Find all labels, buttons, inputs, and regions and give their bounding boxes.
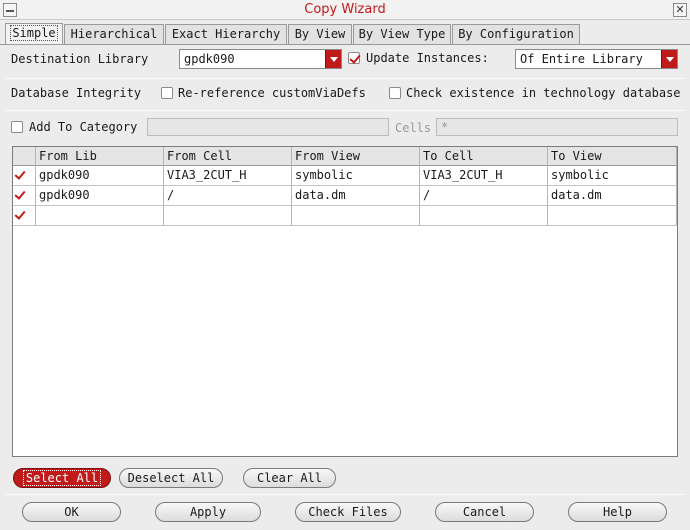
tab-simple[interactable]: Simple — [5, 23, 63, 44]
deselect-all-button[interactable]: Deselect All — [119, 468, 223, 488]
chevron-down-icon[interactable] — [325, 50, 341, 68]
table-row[interactable] — [13, 206, 677, 226]
apply-button[interactable]: Apply — [155, 502, 261, 522]
cell-to-view[interactable] — [548, 206, 677, 225]
table-header: From Lib From Cell From View To Cell To … — [13, 147, 677, 166]
cell-from-lib[interactable]: gpdk090 — [36, 186, 164, 205]
header-from-lib[interactable]: From Lib — [36, 147, 164, 166]
tab-exact-hierarchy[interactable]: Exact Hierarchy — [165, 24, 287, 44]
rereference-checkbox[interactable] — [161, 87, 173, 99]
tab-by-view-type[interactable]: By View Type — [353, 24, 451, 44]
row-checkbox[interactable] — [14, 169, 26, 181]
cell-from-view[interactable] — [292, 206, 420, 225]
add-to-category-label: Add To Category — [29, 120, 138, 134]
clear-all-button[interactable]: Clear All — [243, 468, 336, 488]
copy-list-table[interactable]: From Lib From Cell From View To Cell To … — [12, 146, 678, 457]
header-from-view[interactable]: From View — [292, 147, 420, 166]
check-files-button[interactable]: Check Files — [295, 502, 401, 522]
cell-to-view[interactable]: data.dm — [548, 186, 677, 205]
chevron-down-icon[interactable] — [661, 50, 677, 68]
cell-to-view[interactable]: symbolic — [548, 166, 677, 185]
separator — [5, 494, 685, 495]
add-to-category-checkbox[interactable] — [11, 121, 23, 133]
update-instances-checkbox[interactable] — [348, 52, 360, 64]
header-to-view[interactable]: To View — [548, 147, 677, 166]
close-icon[interactable]: ✕ — [673, 3, 687, 17]
cancel-button[interactable]: Cancel — [435, 502, 534, 522]
cell-to-cell[interactable] — [420, 206, 548, 225]
rereference-label: Re-reference customViaDefs — [178, 86, 366, 100]
tab-divider — [0, 44, 690, 45]
category-field[interactable] — [147, 118, 389, 136]
row-checkbox[interactable] — [14, 189, 26, 201]
window-title: Copy Wizard — [304, 2, 386, 17]
cell-from-cell[interactable]: / — [164, 186, 292, 205]
cells-field[interactable]: * — [436, 118, 678, 136]
check-tech-db-label: Check existence in technology database — [406, 86, 681, 100]
update-instances-label: Update Instances: — [366, 51, 489, 65]
database-integrity-label: Database Integrity — [11, 86, 142, 100]
cell-from-lib[interactable]: gpdk090 — [36, 166, 164, 185]
update-scope-combo[interactable]: Of Entire Library — [515, 49, 678, 69]
tab-hierarchical[interactable]: Hierarchical — [64, 24, 164, 44]
header-to-cell[interactable]: To Cell — [420, 147, 548, 166]
cell-from-view[interactable]: data.dm — [292, 186, 420, 205]
table-row[interactable]: gpdk090 VIA3_2CUT_H symbolic VIA3_2CUT_H… — [13, 166, 677, 186]
destination-library-value: gpdk090 — [184, 52, 235, 66]
update-scope-value: Of Entire Library — [520, 52, 643, 66]
title-bar: Copy Wizard ✕ — [0, 0, 690, 20]
table-row[interactable]: gpdk090 / data.dm / data.dm — [13, 186, 677, 206]
cell-from-cell[interactable]: VIA3_2CUT_H — [164, 166, 292, 185]
cell-to-cell[interactable]: VIA3_2CUT_H — [420, 166, 548, 185]
cell-from-view[interactable]: symbolic — [292, 166, 420, 185]
separator — [5, 110, 685, 111]
destination-library-combo[interactable]: gpdk090 — [179, 49, 342, 69]
cells-label: Cells — [395, 121, 432, 135]
header-from-cell[interactable]: From Cell — [164, 147, 292, 166]
row-checkbox[interactable] — [14, 209, 26, 221]
separator — [5, 78, 685, 79]
cell-to-cell[interactable]: / — [420, 186, 548, 205]
select-all-button[interactable]: Select All — [13, 468, 111, 488]
destination-library-label: Destination Library — [11, 52, 149, 66]
header-check-column — [13, 147, 36, 166]
check-tech-db-checkbox[interactable] — [389, 87, 401, 99]
tab-by-configuration[interactable]: By Configuration — [452, 24, 580, 44]
cell-from-lib[interactable] — [36, 206, 164, 225]
cell-from-cell[interactable] — [164, 206, 292, 225]
ok-button[interactable]: OK — [22, 502, 121, 522]
tab-by-view[interactable]: By View — [288, 24, 352, 44]
help-button[interactable]: Help — [568, 502, 667, 522]
